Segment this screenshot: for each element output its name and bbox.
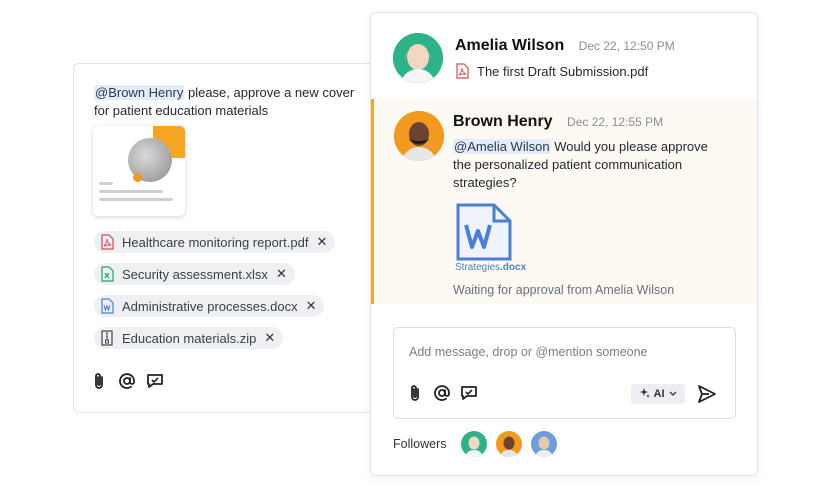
cover-orange-dot [133, 173, 142, 182]
paperclip-icon[interactable] [406, 384, 424, 402]
comment-icon[interactable] [146, 372, 164, 390]
remove-attachment-icon[interactable]: ✕ [276, 266, 287, 282]
thread-card: Amelia Wilson Dec 22, 12:50 PM The first… [370, 12, 758, 476]
composer-placeholder[interactable]: Add message, drop or @mention someone [409, 345, 648, 359]
excel-icon [100, 266, 114, 282]
message-timestamp: Dec 22, 12:50 PM [578, 39, 675, 53]
compose-message: @Brown Henry please, approve a new cover… [94, 84, 359, 120]
compose-toolbar [90, 372, 164, 390]
mention-amelia-wilson[interactable]: @Amelia Wilson [453, 139, 551, 154]
pdf-icon [455, 63, 469, 79]
ai-button[interactable]: AI [631, 384, 685, 404]
composer-toolbar [406, 384, 478, 402]
message-amelia: Amelia Wilson Dec 22, 12:50 PM The first… [393, 33, 747, 93]
author-name[interactable]: Brown Henry [453, 113, 553, 130]
paperclip-icon[interactable] [90, 372, 108, 390]
comment-icon[interactable] [460, 384, 478, 402]
send-icon[interactable] [697, 384, 717, 404]
cover-line [99, 182, 113, 185]
pdf-icon [100, 234, 114, 250]
author-name[interactable]: Amelia Wilson [455, 37, 564, 54]
message-attachment[interactable]: The first Draft Submission.pdf [455, 63, 648, 79]
message-brown-henry: Brown Henry Dec 22, 12:55 PM @Amelia Wil… [371, 99, 757, 304]
cover-line [99, 198, 173, 201]
document-filename[interactable]: Strategies.docx [455, 262, 526, 273]
attachment-list: Healthcare monitoring report.pdf ✕ Secur… [94, 231, 336, 359]
remove-attachment-icon[interactable]: ✕ [264, 330, 275, 346]
message-composer[interactable]: Add message, drop or @mention someone AI [393, 327, 736, 419]
cover-image-preview[interactable] [93, 126, 185, 216]
attachment-name: The first Draft Submission.pdf [477, 63, 649, 79]
follower-avatar[interactable] [460, 431, 487, 457]
at-icon[interactable] [118, 372, 136, 390]
word-icon [100, 298, 114, 314]
attachment-chip[interactable]: Administrative processes.docx ✕ [94, 295, 325, 317]
cover-line [99, 190, 163, 193]
remove-attachment-icon[interactable]: ✕ [306, 298, 317, 314]
compose-card: @Brown Henry please, approve a new cover… [73, 63, 403, 413]
chevron-down-icon [669, 388, 677, 400]
attachment-name: Security assessment.xlsx [122, 266, 268, 282]
attachment-name: Education materials.zip [122, 330, 257, 346]
word-document-icon[interactable] [456, 203, 512, 261]
attachment-name: Healthcare monitoring report.pdf [122, 234, 309, 250]
followers-row: Followers [393, 431, 566, 457]
attachment-chip[interactable]: Security assessment.xlsx ✕ [94, 263, 295, 285]
avatar-amelia[interactable] [393, 33, 443, 83]
ai-label: AI [653, 388, 665, 400]
at-icon[interactable] [433, 384, 451, 402]
attachment-name: Administrative processes.docx [122, 298, 298, 314]
followers-label: Followers [393, 437, 447, 451]
approval-status: Waiting for approval from Amelia Wilson [453, 283, 675, 297]
follower-avatar[interactable] [530, 431, 557, 457]
remove-attachment-icon[interactable]: ✕ [316, 234, 327, 250]
avatar-brown-henry[interactable] [394, 111, 444, 161]
follower-avatar[interactable] [495, 431, 522, 457]
message-timestamp: Dec 22, 12:55 PM [567, 115, 664, 129]
sparkle-icon [639, 387, 650, 401]
message-body: @Amelia Wilson Would you please approve … [453, 138, 713, 192]
attachment-chip[interactable]: Healthcare monitoring report.pdf ✕ [94, 231, 336, 253]
attachment-chip[interactable]: Education materials.zip ✕ [94, 327, 284, 349]
mention-brown-henry[interactable]: @Brown Henry [94, 85, 185, 100]
zip-icon [100, 330, 114, 346]
